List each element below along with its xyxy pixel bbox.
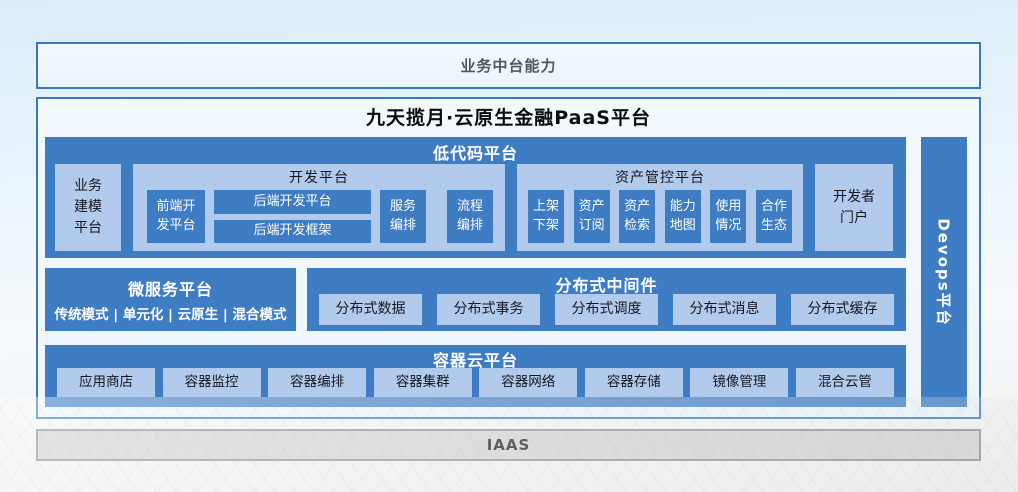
paas-platform-title: 九天揽月·云原生金融PaaS平台 bbox=[38, 103, 979, 130]
container-orchestration-box: 容器编排 bbox=[268, 368, 366, 397]
lowcode-platform-section: 低代码平台 业务建模平台 开发平台 前端开发平台 后端开发平台 后端开发框架 服… bbox=[45, 137, 906, 258]
devops-platform-label: Devops平台 bbox=[934, 218, 955, 326]
asset-control-row: 上架下架 资产订阅 资产检索 能力地图 使用情况 合作生态 bbox=[517, 190, 803, 243]
architecture-diagram: 业务中台能力 九天揽月·云原生金融PaaS平台 低代码平台 业务建模平台 开发平… bbox=[0, 0, 1018, 492]
dev-platform-title: 开发平台 bbox=[133, 167, 505, 187]
asset-onoff-box: 上架下架 bbox=[528, 190, 564, 243]
distributed-data-box: 分布式数据 bbox=[319, 294, 422, 325]
dev-platform-row: 前端开发平台 后端开发平台 后端开发框架 服务编排 流程编排 bbox=[133, 190, 505, 243]
backend-stack: 后端开发平台 后端开发框架 bbox=[214, 190, 371, 243]
image-management-box: 镜像管理 bbox=[690, 368, 788, 397]
middleware-section: 分布式中间件 分布式数据 分布式事务 分布式调度 分布式消息 分布式缓存 bbox=[307, 268, 906, 331]
business-midplatform-box: 业务中台能力 bbox=[36, 42, 981, 89]
container-cluster-box: 容器集群 bbox=[374, 368, 472, 397]
capability-map-box: 能力地图 bbox=[665, 190, 701, 243]
developer-portal-box: 开发者门户 bbox=[815, 164, 893, 251]
business-midplatform-label: 业务中台能力 bbox=[460, 55, 556, 76]
iaas-bar: IAAS bbox=[36, 429, 981, 461]
usage-status-box: 使用情况 bbox=[710, 190, 746, 243]
backend-framework-box: 后端开发框架 bbox=[214, 220, 371, 244]
business-modeling-box: 业务建模平台 bbox=[55, 164, 121, 251]
hybrid-cloud-box: 混合云管 bbox=[796, 368, 894, 397]
service-orchestration-box: 服务编排 bbox=[380, 190, 426, 243]
frontend-dev-box: 前端开发平台 bbox=[147, 190, 205, 243]
app-store-box: 应用商店 bbox=[57, 368, 155, 397]
process-orchestration-box: 流程编排 bbox=[447, 190, 493, 243]
middleware-row: 分布式数据 分布式事务 分布式调度 分布式消息 分布式缓存 bbox=[307, 294, 906, 325]
distributed-message-box: 分布式消息 bbox=[673, 294, 776, 325]
container-monitor-box: 容器监控 bbox=[163, 368, 261, 397]
paas-platform-box: 九天揽月·云原生金融PaaS平台 低代码平台 业务建模平台 开发平台 前端开发平… bbox=[36, 97, 981, 419]
distributed-cache-box: 分布式缓存 bbox=[791, 294, 894, 325]
lowcode-platform-title: 低代码平台 bbox=[45, 140, 906, 164]
container-cloud-row: 应用商店 容器监控 容器编排 容器集群 容器网络 容器存储 镜像管理 混合云管 bbox=[45, 368, 906, 397]
distributed-transaction-box: 分布式事务 bbox=[437, 294, 540, 325]
middleware-title: 分布式中间件 bbox=[307, 272, 906, 296]
microservice-modes-label: 传统模式 | 单元化 | 云原生 | 混合模式 bbox=[55, 303, 287, 323]
asset-control-panel: 资产管控平台 上架下架 资产订阅 资产检索 能力地图 使用情况 合作生态 bbox=[517, 164, 803, 251]
devops-platform-bar: Devops平台 bbox=[921, 137, 967, 407]
backend-platform-box: 后端开发平台 bbox=[214, 190, 371, 214]
cooperation-eco-box: 合作生态 bbox=[756, 190, 792, 243]
asset-subscribe-box: 资产订阅 bbox=[574, 190, 610, 243]
asset-control-title: 资产管控平台 bbox=[517, 167, 803, 187]
lowcode-content-row: 业务建模平台 开发平台 前端开发平台 后端开发平台 后端开发框架 服务编排 流程… bbox=[45, 164, 906, 251]
iaas-label: IAAS bbox=[487, 436, 531, 454]
dev-platform-panel: 开发平台 前端开发平台 后端开发平台 后端开发框架 服务编排 流程编排 bbox=[133, 164, 505, 251]
microservice-platform-title: 微服务平台 bbox=[45, 276, 296, 300]
microservice-platform-section: 微服务平台 传统模式 | 单元化 | 云原生 | 混合模式 bbox=[45, 268, 296, 331]
distributed-scheduling-box: 分布式调度 bbox=[555, 294, 658, 325]
container-storage-box: 容器存储 bbox=[585, 368, 683, 397]
container-network-box: 容器网络 bbox=[479, 368, 577, 397]
asset-search-box: 资产检索 bbox=[619, 190, 655, 243]
container-cloud-section: 容器云平台 应用商店 容器监控 容器编排 容器集群 容器网络 容器存储 镜像管理… bbox=[45, 345, 906, 407]
